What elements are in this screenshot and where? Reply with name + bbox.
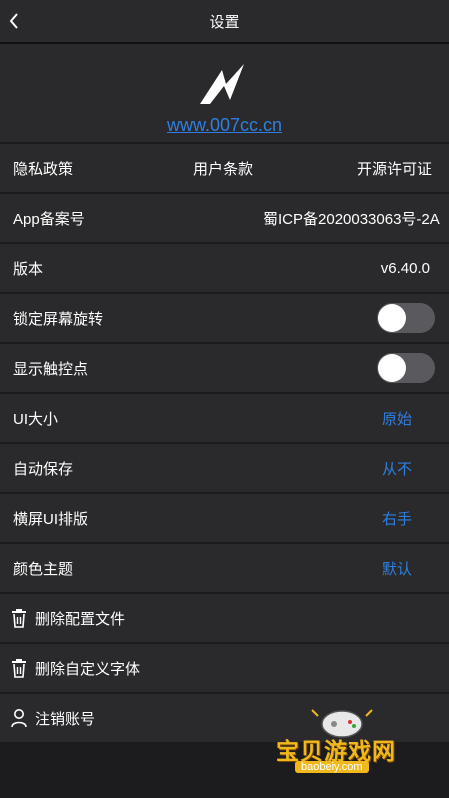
privacy-policy-link[interactable]: 隐私政策 xyxy=(13,158,73,179)
autosave-label: 自动保存 xyxy=(13,460,74,478)
watermark-url: baobeiy.com xyxy=(295,761,369,773)
theme-row[interactable]: 颜色主题 默认 xyxy=(0,544,449,592)
logo-section: www.007cc.cn xyxy=(0,44,449,142)
show-touch-row: 显示触控点 xyxy=(0,344,449,392)
version-label: 版本 xyxy=(13,260,44,278)
icp-label: App备案号 xyxy=(13,210,85,228)
header-bar: 设置 xyxy=(0,0,449,44)
app-logo-icon xyxy=(200,64,244,104)
user-terms-link[interactable]: 用户条款 xyxy=(193,158,253,179)
back-button[interactable] xyxy=(2,9,26,33)
version-value: v6.40.0 xyxy=(380,259,430,277)
autosave-value[interactable]: 从不 xyxy=(382,458,412,479)
show-touch-toggle[interactable] xyxy=(377,353,435,383)
ui-size-label: UI大小 xyxy=(13,410,59,428)
page-title: 设置 xyxy=(209,13,240,31)
trash-icon xyxy=(12,659,26,678)
ui-size-row[interactable]: UI大小 原始 xyxy=(0,394,449,442)
theme-value[interactable]: 默认 xyxy=(382,558,412,579)
lock-rotation-label: 锁定屏幕旋转 xyxy=(13,310,104,328)
delete-font-label: 删除自定义字体 xyxy=(35,660,141,678)
icp-row: App备案号 蜀ICP备2020033063号-2A xyxy=(0,194,449,242)
autosave-row[interactable]: 自动保存 从不 xyxy=(0,444,449,492)
chevron-left-icon xyxy=(9,13,18,29)
landscape-layout-value[interactable]: 右手 xyxy=(382,508,412,529)
trash-icon xyxy=(12,609,26,628)
delete-config-label: 删除配置文件 xyxy=(35,610,126,628)
landscape-layout-row[interactable]: 横屏UI排版 右手 xyxy=(0,494,449,542)
user-icon xyxy=(11,709,27,728)
version-row: 版本 v6.40.0 xyxy=(0,244,449,292)
landscape-layout-label: 横屏UI排版 xyxy=(13,510,89,528)
toggle-knob xyxy=(378,304,406,332)
policy-links-row: 隐私政策 用户条款 开源许可证 xyxy=(0,144,449,192)
ui-size-value[interactable]: 原始 xyxy=(382,408,412,429)
theme-label: 颜色主题 xyxy=(13,560,74,578)
lock-rotation-row: 锁定屏幕旋转 xyxy=(0,294,449,342)
delete-config-row[interactable]: 删除配置文件 xyxy=(0,594,449,642)
lock-rotation-toggle[interactable] xyxy=(377,303,435,333)
logout-label: 注销账号 xyxy=(35,710,96,728)
open-source-license-link[interactable]: 开源许可证 xyxy=(357,158,432,179)
show-touch-label: 显示触控点 xyxy=(13,360,89,378)
delete-font-row[interactable]: 删除自定义字体 xyxy=(0,644,449,692)
website-link[interactable]: www.007cc.cn xyxy=(0,115,449,136)
toggle-knob xyxy=(378,354,406,382)
icp-value: 蜀ICP备2020033063号-2A xyxy=(263,210,440,228)
